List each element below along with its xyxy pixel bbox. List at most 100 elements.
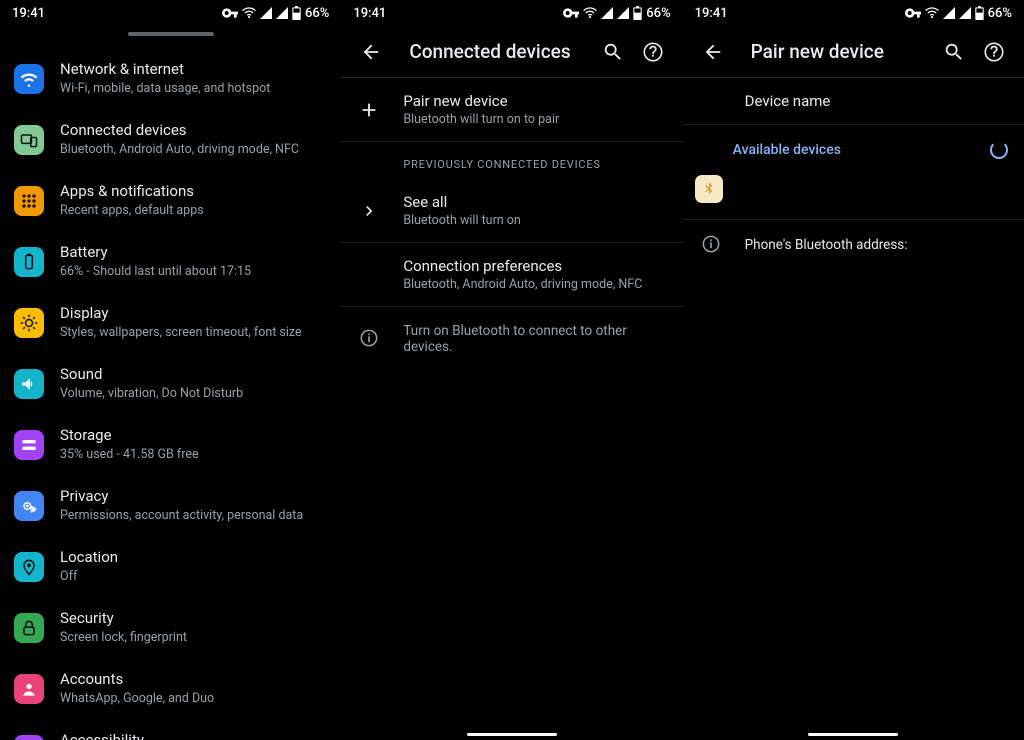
setting-row-privacy[interactable]: Privacy Permissions, account activity, pe… (0, 475, 341, 536)
setting-row-apps[interactable]: Apps & notificationsRecent apps, default… (0, 170, 341, 231)
setting-subtitle: Permissions, account activity, personal … (60, 508, 303, 524)
header: Pair new device (683, 26, 1024, 78)
arrow-back-icon (702, 41, 724, 63)
setting-title: Sound (60, 365, 243, 384)
connected-devices-panel: 19:41 66% Connected devices Pair new dev… (341, 0, 682, 740)
wifi-icon (14, 64, 44, 94)
device-name-row[interactable]: Device name (683, 78, 1024, 125)
storage-icon (14, 430, 44, 460)
setting-title: Connected devices (60, 121, 299, 140)
search-button[interactable] (593, 32, 633, 72)
signal-icon (260, 7, 272, 19)
chevron-right-icon (357, 201, 381, 221)
setting-row-accessibility[interactable]: AccessibilityScreen readers, display, in… (0, 719, 341, 740)
setting-row-battery[interactable]: Battery 66% - Should last until about 17:… (0, 231, 341, 292)
status-icons: 66% (905, 6, 1012, 21)
setting-subtitle: 35% used - 41.58 GB free (60, 447, 199, 463)
setting-row-brightness[interactable]: Display Styles, wallpapers, screen timeou… (0, 292, 341, 353)
settings-list[interactable]: Network & internet Wi-Fi, mobile, data us… (0, 44, 341, 740)
help-icon (642, 41, 664, 63)
info-row: Turn on Bluetooth to connect to other de… (341, 307, 682, 369)
setting-title: Accounts (60, 670, 214, 689)
accounts-icon (14, 674, 44, 704)
connpref-subtitle: Bluetooth, Android Auto, driving mode, N… (403, 277, 666, 292)
bt-address-label: Phone's Bluetooth address: (745, 237, 1008, 253)
signal-icon-2 (959, 7, 971, 19)
available-devices-header: Available devices (683, 125, 1024, 169)
status-battery-pct: 66% (988, 6, 1012, 21)
setting-title: Display (60, 304, 302, 323)
signal-icon (601, 7, 613, 19)
setting-subtitle: 66% - Should last until about 17:15 (60, 264, 251, 280)
help-button[interactable] (974, 32, 1014, 72)
setting-row-storage[interactable]: Storage 35% used - 41.58 GB free (0, 414, 341, 475)
setting-subtitle: Wi-Fi, mobile, data usage, and hotspot (60, 81, 270, 97)
pair-device-panel: 19:41 66% Pair new device Device name Av… (683, 0, 1024, 740)
setting-title: Storage (60, 426, 199, 445)
setting-subtitle: WhatsApp, Google, and Duo (60, 691, 214, 707)
bluetooth-icon (701, 181, 717, 197)
info-text: Turn on Bluetooth to connect to other de… (403, 323, 666, 355)
location-icon (14, 552, 44, 582)
available-devices-label: Available devices (733, 142, 841, 158)
pair-subtitle: Bluetooth will turn on to pair (403, 112, 666, 127)
home-indicator[interactable] (467, 733, 557, 736)
page-title: Connected devices (409, 40, 592, 63)
status-bar: 19:41 66% (683, 0, 1024, 26)
plus-icon (357, 99, 381, 121)
setting-row-location[interactable]: LocationOff (0, 536, 341, 597)
privacy-icon (14, 491, 44, 521)
back-button[interactable] (351, 32, 391, 72)
info-icon (357, 328, 381, 348)
brightness-icon (14, 308, 44, 338)
bluetooth-toggle-chip[interactable] (695, 175, 723, 203)
help-button[interactable] (633, 32, 673, 72)
search-button[interactable] (934, 32, 974, 72)
setting-subtitle: Styles, wallpapers, screen timeout, font… (60, 325, 302, 341)
drag-handle[interactable] (128, 32, 214, 36)
help-icon (983, 41, 1005, 63)
status-battery-pct: 66% (646, 6, 670, 21)
setting-row-accounts[interactable]: Accounts WhatsApp, Google, and Duo (0, 658, 341, 719)
connection-preferences-row[interactable]: Connection preferences Bluetooth, Androi… (341, 243, 682, 307)
settings-panel: 19:41 66% Network & internetWi-Fi, mobil… (0, 0, 341, 740)
volume-icon (14, 369, 44, 399)
setting-subtitle: Screen lock, fingerprint (60, 630, 187, 646)
search-icon (943, 41, 965, 63)
setting-subtitle: Bluetooth, Android Auto, driving mode, N… (60, 142, 299, 158)
setting-title: Privacy (60, 487, 303, 506)
setting-row-security[interactable]: SecurityScreen lock, fingerprint (0, 597, 341, 658)
battery-icon (14, 247, 44, 277)
see-all-title: See all (403, 193, 666, 211)
pair-title: Pair new device (403, 92, 666, 110)
signal-icon-2 (276, 7, 288, 19)
setting-title: Accessibility (60, 731, 301, 740)
wifi-icon (925, 7, 939, 19)
back-button[interactable] (693, 32, 733, 72)
setting-subtitle: Off (60, 569, 118, 585)
header: Connected devices (341, 26, 682, 78)
status-icons: 66% (222, 6, 329, 21)
pair-new-device-row[interactable]: Pair new device Bluetooth will turn on t… (341, 78, 682, 142)
setting-row-devices[interactable]: Connected devices Bluetooth, Android Auto… (0, 109, 341, 170)
see-all-row[interactable]: See all Bluetooth will turn on (341, 179, 682, 243)
wifi-icon (583, 7, 597, 19)
device-name-label: Device name (745, 92, 1008, 110)
battery-icon (633, 6, 642, 20)
status-time: 19:41 (353, 6, 386, 21)
devices-icon (14, 125, 44, 155)
status-time: 19:41 (695, 6, 728, 21)
home-indicator[interactable] (808, 733, 898, 736)
signal-icon (943, 7, 955, 19)
signal-icon-2 (617, 7, 629, 19)
see-all-subtitle: Bluetooth will turn on (403, 213, 666, 228)
setting-title: Apps & notifications (60, 182, 204, 201)
setting-title: Network & internet (60, 60, 270, 79)
setting-row-wifi[interactable]: Network & internet Wi-Fi, mobile, data us… (0, 48, 341, 109)
setting-title: Battery (60, 243, 251, 262)
vpn-key-icon (563, 8, 579, 18)
status-bar: 19:41 66% (341, 0, 682, 26)
setting-row-volume[interactable]: SoundVolume, vibration, Do Not Disturb (0, 353, 341, 414)
security-icon (14, 613, 44, 643)
battery-icon (292, 6, 301, 20)
